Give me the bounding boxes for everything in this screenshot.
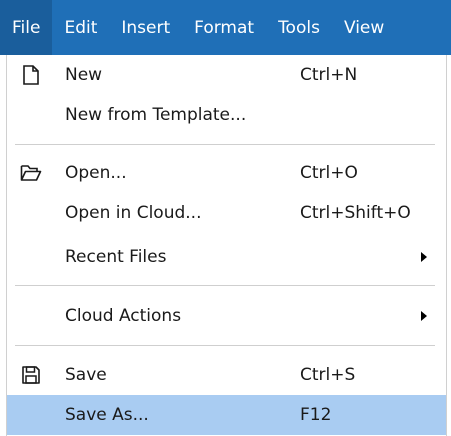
menu-separator <box>15 285 435 286</box>
submenu-arrow-icon <box>421 311 427 321</box>
menu-view[interactable]: View <box>332 0 396 55</box>
menu-edit[interactable]: Edit <box>52 0 109 55</box>
save-icon <box>19 363 43 387</box>
new-document-icon <box>19 63 43 87</box>
menu-item-shortcut: Ctrl+S <box>300 365 356 385</box>
menu-item-label: Save <box>65 365 107 385</box>
folder-open-icon <box>19 161 43 185</box>
menu-item-cloud-actions[interactable]: Cloud Actions <box>7 296 446 336</box>
menu-item-label: Open... <box>65 163 127 183</box>
menu-tools[interactable]: Tools <box>266 0 332 55</box>
menu-item-new[interactable]: New Ctrl+N <box>7 55 446 95</box>
menu-separator <box>15 144 435 145</box>
submenu-arrow-icon <box>421 252 427 262</box>
menu-bar: File Edit Insert Format Tools View <box>0 0 451 55</box>
file-menu-dropdown: New Ctrl+N New from Template... Open... … <box>6 55 447 436</box>
menu-insert[interactable]: Insert <box>109 0 182 55</box>
menu-item-save[interactable]: Save Ctrl+S <box>7 355 446 395</box>
menu-item-label: Open in Cloud... <box>65 203 202 223</box>
menu-item-shortcut: F12 <box>300 405 332 425</box>
menu-item-shortcut: Ctrl+O <box>300 163 358 183</box>
menu-format[interactable]: Format <box>182 0 266 55</box>
menu-separator <box>15 345 435 346</box>
menu-file[interactable]: File <box>0 0 53 55</box>
menu-item-open[interactable]: Open... Ctrl+O <box>7 153 446 193</box>
menu-item-label: New from Template... <box>65 105 247 125</box>
menu-item-label: Recent Files <box>65 247 167 267</box>
menu-item-open-in-cloud[interactable]: Open in Cloud... Ctrl+Shift+O <box>7 193 446 233</box>
menu-item-label: New <box>65 65 103 85</box>
menu-item-label: Cloud Actions <box>65 306 182 326</box>
menu-item-recent-files[interactable]: Recent Files <box>7 237 446 277</box>
menu-item-new-from-template[interactable]: New from Template... <box>7 95 446 135</box>
menu-item-label: Save As... <box>65 405 149 425</box>
menu-item-save-as[interactable]: Save As... F12 <box>7 395 446 435</box>
menu-item-shortcut: Ctrl+N <box>300 65 358 85</box>
menu-item-shortcut: Ctrl+Shift+O <box>300 203 411 223</box>
